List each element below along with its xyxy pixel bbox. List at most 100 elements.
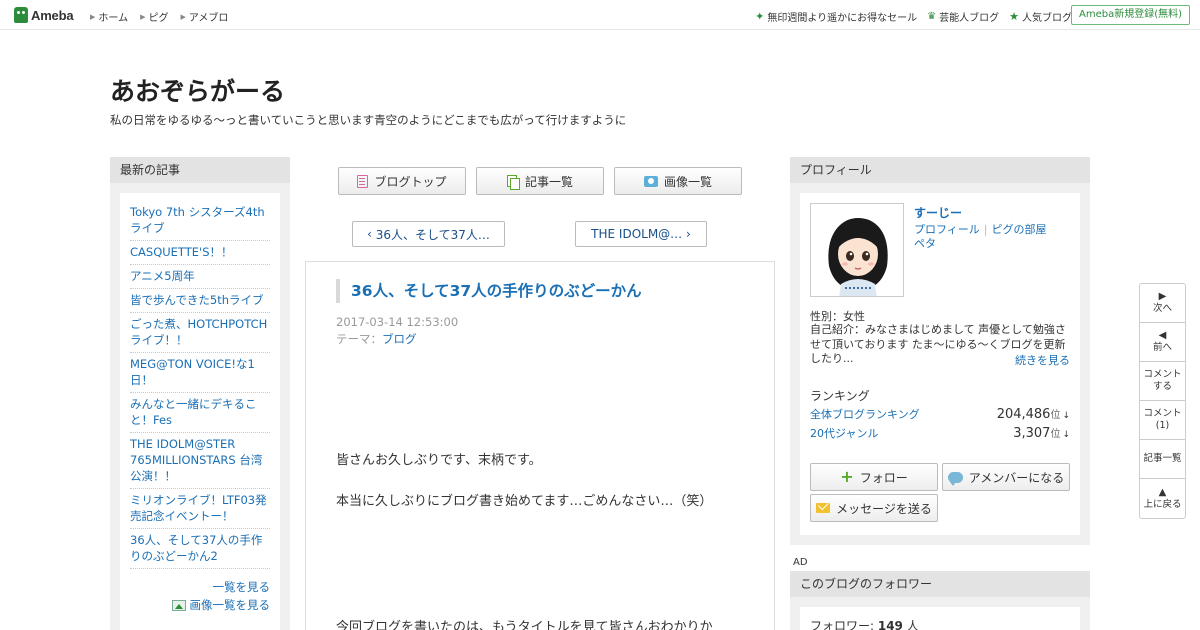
profile-heading: プロフィール bbox=[790, 157, 1090, 183]
send-message-label: メッセージを送る bbox=[836, 501, 932, 516]
theme-link[interactable]: ブログ bbox=[382, 332, 417, 346]
side-next-button[interactable]: ▶ 次へ bbox=[1140, 284, 1185, 323]
article-paragraph: 皆さんお久しぶりです、末柄です。 bbox=[336, 453, 542, 468]
ranking-unit: 位 bbox=[1050, 429, 1061, 440]
see-images-link[interactable]: 画像一覧を見る bbox=[130, 597, 270, 613]
arrow-up-icon: ▲ bbox=[1158, 486, 1167, 498]
side-comments-count: (1) bbox=[1155, 420, 1170, 431]
amember-button[interactable]: アメンバーになる bbox=[942, 463, 1070, 491]
ranking-row-overall: 全体ブログランキング 204,486位 ↓ bbox=[810, 406, 1070, 422]
blog-top-button[interactable]: ブログトップ bbox=[338, 167, 466, 195]
list-item[interactable]: CASQUETTE'S！！ bbox=[130, 241, 270, 265]
link-sale-label: 無印週間より遥かにお得なセール bbox=[767, 13, 918, 24]
nav-home[interactable]: ▶ ホーム bbox=[90, 9, 129, 25]
article-theme: テーマ：ブログ bbox=[336, 331, 417, 347]
nav-pigg[interactable]: ▶ ピグ bbox=[140, 9, 169, 25]
ranking-unit: 位 bbox=[1050, 410, 1061, 421]
followers-count[interactable]: 149 bbox=[878, 619, 903, 630]
list-item[interactable]: MEG@TON VOICE!な1日！ bbox=[130, 353, 270, 393]
theme-label: テーマ： bbox=[336, 332, 382, 346]
side-top-label: 上に戻る bbox=[1143, 498, 1182, 510]
chevron-left-icon: ‹ bbox=[367, 227, 376, 241]
read-more-link[interactable]: 続きを見る bbox=[1015, 352, 1070, 368]
play-right-icon: ▶ bbox=[1158, 291, 1167, 302]
floating-side-nav: ▶ 次へ ◀ 前へ コメント する コメント (1) 記事一覧 ▲ 上に戻る bbox=[1139, 283, 1186, 519]
avatar[interactable] bbox=[810, 203, 904, 297]
side-article-list-button[interactable]: 記事一覧 bbox=[1140, 440, 1185, 479]
list-item[interactable]: ミリオンライブ！LTF03発売記念イベントー！ bbox=[130, 489, 270, 529]
prev-article-button[interactable]: ‹ 36人、そして37人… bbox=[352, 221, 505, 247]
follow-button[interactable]: + フォロー bbox=[810, 463, 938, 491]
send-message-button[interactable]: メッセージを送る bbox=[810, 494, 938, 522]
document-icon bbox=[357, 174, 369, 188]
list-item[interactable]: Tokyo 7th シスターズ4thライブ bbox=[130, 201, 270, 241]
side-comment-button[interactable]: コメント する bbox=[1140, 362, 1185, 401]
ameba-logo[interactable]: Ameba bbox=[14, 7, 74, 23]
side-comments-label: コメント bbox=[1143, 408, 1182, 419]
list-item[interactable]: みんなと一緒にデキること！Fes bbox=[130, 393, 270, 433]
top-nav: ▶ ホーム ▶ ピグ ▶ アメブロ bbox=[90, 9, 229, 25]
list-item[interactable]: 36人、そして37人の手作りのぶどーかん2 bbox=[130, 529, 270, 569]
top-right-links: ✦ 無印週間より遥かにお得なセール ♛ 芸能人ブログ ★ 人気ブログ bbox=[755, 9, 1072, 24]
article-paragraph: 本当に久しぶりにブログ書き始めてます…ごめんなさい…（笑） bbox=[336, 494, 713, 509]
list-item[interactable]: THE IDOLM@STER 765MILLIONSTARS 台湾公演！！ bbox=[130, 433, 270, 489]
see-all-link[interactable]: 一覧を見る bbox=[130, 579, 271, 595]
side-next-label: 次へ bbox=[1152, 303, 1172, 314]
link-popular-label: 人気ブログ bbox=[1022, 13, 1072, 24]
profile-links: プロフィール | ピグの部屋 ペタ bbox=[914, 223, 1074, 251]
ranking-overall-value: 204,486 bbox=[996, 407, 1051, 422]
side-article-list-label: 記事一覧 bbox=[1143, 453, 1182, 464]
next-article-label: THE IDOLM@… bbox=[591, 227, 683, 241]
side-back-to-top-button[interactable]: ▲ 上に戻る bbox=[1140, 479, 1185, 518]
arrow-down-icon: ↓ bbox=[1062, 411, 1070, 421]
nav-ameblo-label: アメブロ bbox=[188, 13, 229, 24]
side-comment-label-2: する bbox=[1152, 381, 1172, 392]
avatar-illustration bbox=[811, 204, 903, 296]
list-item[interactable]: ごった煮、HOTCHPOTCHライブ！！ bbox=[130, 313, 270, 353]
followers-panel: このブログのフォロワー フォロワー: 149 人 bbox=[790, 571, 1090, 630]
side-prev-label: 前へ bbox=[1152, 342, 1172, 353]
register-button[interactable]: Ameba新規登録(無料) bbox=[1070, 5, 1190, 25]
link-popular-blog[interactable]: ★ 人気ブログ bbox=[1009, 9, 1072, 24]
caret-right-icon: ▶ bbox=[90, 12, 96, 21]
crown-icon: ♛ bbox=[927, 11, 937, 22]
article-title[interactable]: 36人、そして37人の手作りのぶどーかん bbox=[336, 279, 642, 303]
play-left-icon: ◀ bbox=[1158, 330, 1167, 341]
image-list-button[interactable]: 画像一覧 bbox=[614, 167, 742, 195]
nav-ameblo[interactable]: ▶ アメブロ bbox=[180, 9, 229, 25]
peta-link[interactable]: ペタ bbox=[914, 237, 936, 250]
image-icon bbox=[171, 599, 186, 611]
ameba-logo-icon bbox=[14, 7, 28, 23]
followers-unit: 人 bbox=[902, 619, 919, 630]
profile-name[interactable]: すーじー bbox=[914, 204, 962, 221]
blog-title[interactable]: あおぞらがーる bbox=[110, 72, 285, 108]
plus-icon: + bbox=[840, 467, 854, 486]
followers-label: フォロワー: bbox=[810, 619, 878, 630]
profile-gender: 性別：女性 bbox=[810, 310, 865, 323]
ranking-genre-link[interactable]: 20代ジャンル bbox=[810, 425, 878, 441]
separator: | bbox=[983, 223, 988, 236]
image-list-label: 画像一覧 bbox=[663, 174, 712, 189]
pigg-room-link[interactable]: ピグの部屋 bbox=[992, 223, 1047, 236]
list-item[interactable]: アニメ5周年 bbox=[130, 265, 270, 289]
list-item[interactable]: 皆で歩んできた5thライブ bbox=[130, 289, 270, 313]
nav-pigg-label: ピグ bbox=[148, 13, 169, 24]
link-celebrity-blog[interactable]: ♛ 芸能人ブログ bbox=[927, 9, 999, 24]
speech-bubble-icon bbox=[947, 471, 963, 486]
arrow-down-icon: ↓ bbox=[1062, 430, 1070, 440]
ranking-heading: ランキング bbox=[810, 389, 870, 403]
profile-body: すーじー プロフィール | ピグの部屋 ペタ 性別：女性 自己紹介：みなさまはじめま… bbox=[800, 193, 1080, 535]
link-sale[interactable]: ✦ 無印週間より遥かにお得なセール bbox=[755, 9, 917, 24]
side-prev-button[interactable]: ◀ 前へ bbox=[1140, 323, 1185, 362]
next-article-button[interactable]: THE IDOLM@… › bbox=[575, 221, 707, 247]
article-paragraph: 今回ブログを書いたのは、もうタイトルを見て皆さんおわかりか bbox=[336, 620, 713, 630]
profile-link[interactable]: プロフィール bbox=[914, 223, 980, 236]
amember-label: アメンバーになる bbox=[968, 470, 1065, 485]
side-comments-count-button[interactable]: コメント (1) bbox=[1140, 401, 1185, 440]
caret-right-icon: ▶ bbox=[180, 12, 186, 21]
ranking-overall-link[interactable]: 全体ブログランキング bbox=[810, 406, 920, 422]
nav-home-label: ホーム bbox=[98, 13, 129, 24]
profile-panel: プロフィール すーじー プロフィール | ピグの部屋 ペタ 性別：女性 自己紹介… bbox=[790, 157, 1090, 545]
latest-articles-list: Tokyo 7th シスターズ4thライブ CASQUETTE'S！！ アニメ5… bbox=[120, 193, 280, 630]
article-list-button[interactable]: 記事一覧 bbox=[476, 167, 604, 195]
